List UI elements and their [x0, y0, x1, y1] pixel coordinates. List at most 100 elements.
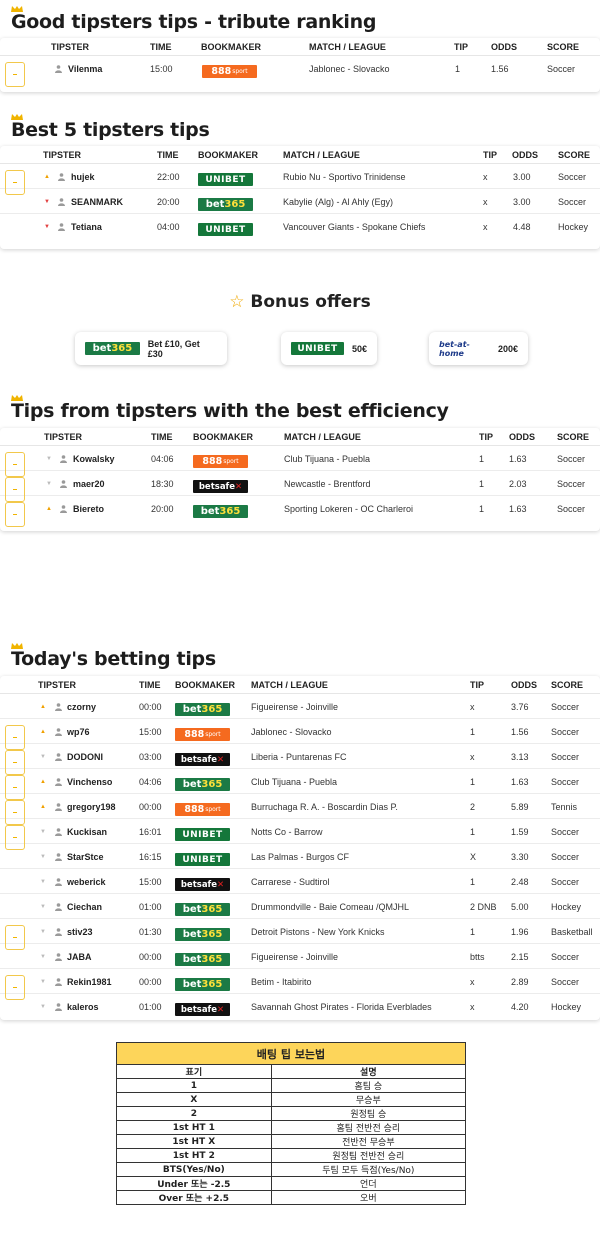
col-time[interactable]: TIME — [151, 432, 173, 442]
bookmaker-cell[interactable]: UNIBET — [198, 164, 253, 189]
favorite-star-icon[interactable] — [5, 62, 25, 87]
bookmaker-cell[interactable]: bet 365 — [198, 189, 253, 214]
bookmaker-cell[interactable]: UNIBET — [175, 844, 230, 869]
table-row[interactable]: ▼ stiv23 01:30 bet 365 Detroit Pistons - … — [0, 919, 600, 950]
bet365-logo[interactable]: bet 365 — [175, 703, 230, 716]
match-name[interactable]: Newcastle - Brentford — [284, 471, 371, 496]
match-name[interactable]: Jablonec - Slovacko — [309, 56, 390, 81]
betsafe-logo[interactable]: betsafe ✕ — [193, 480, 248, 493]
col-score[interactable]: SCORE — [558, 150, 590, 160]
col-bookmaker[interactable]: BOOKMAKER — [175, 680, 235, 690]
bookmaker-cell[interactable]: UNIBET — [175, 819, 230, 844]
match-name[interactable]: Vancouver Giants - Spokane Chiefs — [283, 214, 425, 239]
tipster-name[interactable]: JABA — [67, 944, 92, 969]
bookmaker-cell[interactable]: bet 365 — [175, 694, 230, 719]
col-odds[interactable]: ODDS — [491, 42, 517, 52]
col-tipster[interactable]: TIPSTER — [38, 680, 76, 690]
table-row[interactable]: ▼ JABA 00:00 bet 365 Figueirense - Joinvi… — [0, 944, 600, 969]
col-time[interactable]: TIME — [139, 680, 161, 690]
bet365-logo[interactable]: bet 365 — [175, 953, 230, 966]
col-bookmaker[interactable]: BOOKMAKER — [198, 150, 258, 160]
match-name[interactable]: Jablonec - Slovacko — [251, 719, 332, 744]
match-name[interactable]: Savannah Ghost Pirates - Florida Everbla… — [251, 994, 432, 1019]
tipster-name[interactable]: DODONI — [67, 744, 103, 769]
tipster-name[interactable]: StarStce — [67, 844, 104, 869]
match-name[interactable]: Carrarese - Sudtirol — [251, 869, 330, 894]
betsafe-logo[interactable]: betsafe ✕ — [175, 753, 230, 766]
bookmaker-cell[interactable]: bet 365 — [175, 769, 230, 794]
bookmaker-cell[interactable]: 888 sport — [193, 446, 248, 471]
tipster-name[interactable]: stiv23 — [67, 919, 93, 944]
bonus-offer-unibet[interactable]: UNIBET 50€ — [281, 332, 377, 365]
col-odds[interactable]: ODDS — [512, 150, 538, 160]
col-match[interactable]: MATCH / LEAGUE — [283, 150, 360, 160]
col-tipster[interactable]: TIPSTER — [51, 42, 89, 52]
col-score[interactable]: SCORE — [557, 432, 589, 442]
table-row[interactable]: ▼ weberick 15:00 betsafe ✕ Carrarese - Su… — [0, 869, 600, 894]
tipster-name[interactable]: weberick — [67, 869, 106, 894]
tipster-name[interactable]: gregory198 — [67, 794, 116, 819]
table-row[interactable]: ▼ Tetiana 04:00 UNIBET Vancouver Giants … — [0, 214, 600, 239]
table-row[interactable]: ▼ kaleros 01:00 betsafe ✕ Savannah Ghost … — [0, 994, 600, 1019]
table-row[interactable]: ▲ Vinchenso 04:06 bet 365 Club Tijuana - … — [0, 769, 600, 800]
bookmaker-cell[interactable]: 888 sport — [202, 56, 257, 81]
table-row[interactable]: ▲ hujek 22:00 UNIBET Rubio Nu - Sportivo… — [0, 164, 600, 195]
bookmaker-cell[interactable]: 888 sport — [175, 794, 230, 819]
table-row[interactable]: ▼ SEANMARK 20:00 bet 365 Kabylie (Alg) - … — [0, 189, 600, 214]
bookmaker-cell[interactable]: betsafe ✕ — [193, 471, 248, 496]
tipster-name[interactable]: Kuckisan — [67, 819, 107, 844]
col-score[interactable]: SCORE — [547, 42, 579, 52]
tipster-name[interactable]: Kowalsky — [73, 446, 115, 471]
col-time[interactable]: TIME — [150, 42, 172, 52]
bet365-logo[interactable]: bet 365 — [175, 978, 230, 991]
betsafe-logo[interactable]: betsafe ✕ — [175, 878, 230, 891]
col-match[interactable]: MATCH / LEAGUE — [309, 42, 386, 52]
match-name[interactable]: Burruchaga R. A. - Boscardin Dias P. — [251, 794, 398, 819]
match-name[interactable]: Liberia - Puntarenas FC — [251, 744, 347, 769]
col-tip[interactable]: TIP — [483, 150, 497, 160]
table-row[interactable]: ▼ Rekin1981 00:00 bet 365 Betim - Itabiri… — [0, 969, 600, 1000]
tipster-name[interactable]: maer20 — [73, 471, 105, 496]
888sport-logo[interactable]: 888 sport — [175, 728, 230, 741]
table-row[interactable]: ▲ wp76 15:00 888 sport Jablonec - Slovack… — [0, 719, 600, 750]
favorite-star-icon[interactable] — [5, 502, 25, 527]
match-name[interactable]: Club Tijuana - Puebla — [251, 769, 337, 794]
tipster-name[interactable]: Ciechan — [67, 894, 102, 919]
match-name[interactable]: Rubio Nu - Sportivo Trinidense — [283, 164, 406, 189]
bet365-logo[interactable]: bet 365 — [175, 778, 230, 791]
table-row[interactable]: ▼ Kowalsky 04:06 888 sport Club Tijuana -… — [0, 446, 600, 477]
table-row[interactable]: ▼ StarStce 16:15 UNIBET Las Palmas - Bur… — [0, 844, 600, 869]
bet365-logo[interactable]: bet 365 — [175, 928, 230, 941]
tipster-name[interactable]: czorny — [67, 694, 96, 719]
match-name[interactable]: Figueirense - Joinville — [251, 944, 338, 969]
bonus-offer-betathome[interactable]: bet-at-home 200€ — [429, 332, 528, 365]
888sport-logo[interactable]: 888 sport — [193, 455, 248, 468]
match-name[interactable]: Figueirense - Joinville — [251, 694, 338, 719]
table-row[interactable]: ▼ Kuckisan 16:01 UNIBET Notts Co - Barro… — [0, 819, 600, 850]
bonus-offer-bet365[interactable]: bet 365 Bet £10, Get £30 — [75, 332, 227, 365]
bookmaker-cell[interactable]: bet 365 — [175, 969, 230, 994]
tipster-name[interactable]: kaleros — [67, 994, 99, 1019]
table-row[interactable]: ▼ maer20 18:30 betsafe ✕ Newcastle - Bren… — [0, 471, 600, 502]
col-odds[interactable]: ODDS — [511, 680, 537, 690]
bet365-logo[interactable]: bet 365 — [175, 903, 230, 916]
unibet-logo[interactable]: UNIBET — [175, 853, 230, 866]
col-tip[interactable]: TIP — [454, 42, 468, 52]
col-bookmaker[interactable]: BOOKMAKER — [193, 432, 253, 442]
bookmaker-cell[interactable]: 888 sport — [175, 719, 230, 744]
tipster-name[interactable]: hujek — [71, 164, 95, 189]
bet365-logo[interactable]: bet 365 — [198, 198, 253, 211]
tipster-name[interactable]: Vilenma — [68, 56, 102, 81]
tipster-name[interactable]: wp76 — [67, 719, 90, 744]
tipster-name[interactable]: Rekin1981 — [67, 969, 112, 994]
unibet-logo[interactable]: UNIBET — [175, 828, 230, 841]
table-row[interactable]: ▲ czorny 00:00 bet 365 Figueirense - Join… — [0, 694, 600, 719]
col-bookmaker[interactable]: BOOKMAKER — [201, 42, 261, 52]
table-row[interactable]: ▲ Biereto 20:00 bet 365 Sporting Lokeren … — [0, 496, 600, 527]
match-name[interactable]: Notts Co - Barrow — [251, 819, 323, 844]
table-row[interactable]: ▲ gregory198 00:00 888 sport Burruchaga R… — [0, 794, 600, 825]
bookmaker-cell[interactable]: betsafe ✕ — [175, 994, 230, 1019]
tipster-name[interactable]: SEANMARK — [71, 189, 123, 214]
col-score[interactable]: SCORE — [551, 680, 583, 690]
col-tipster[interactable]: TIPSTER — [43, 150, 81, 160]
